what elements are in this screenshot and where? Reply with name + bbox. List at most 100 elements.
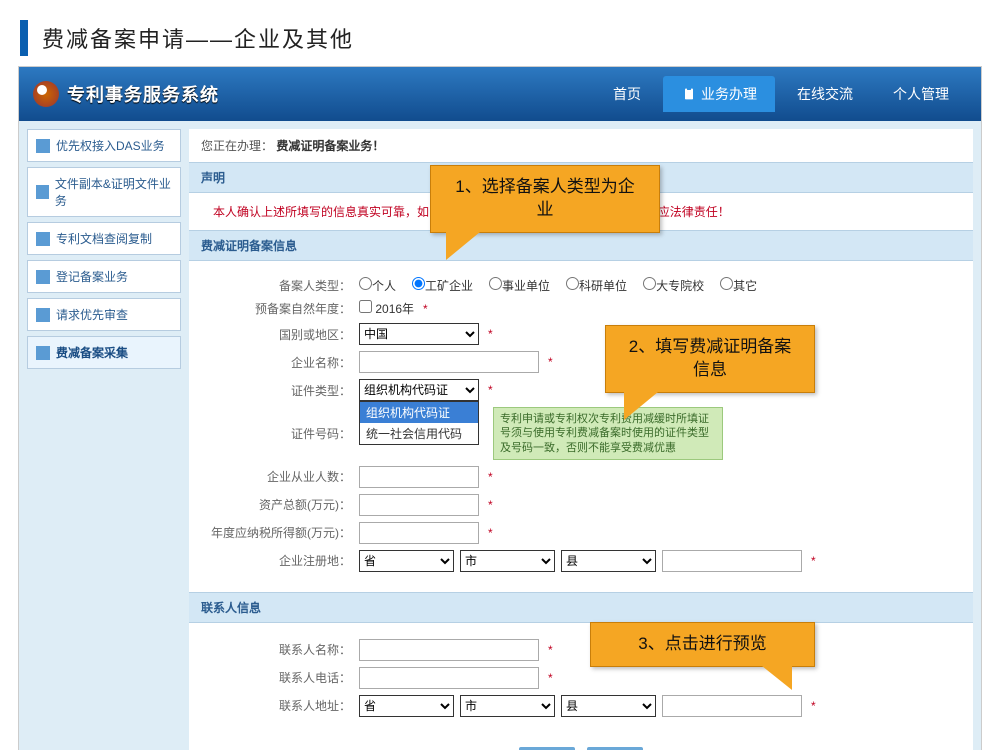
decl-b: 应法律责任！	[658, 205, 730, 219]
doc-icon	[36, 139, 50, 153]
addr-detail-input[interactable]	[662, 550, 802, 572]
required-mark: *	[811, 554, 816, 568]
doc-icon	[36, 346, 50, 360]
contact-phone-input[interactable]	[359, 667, 539, 689]
doc-icon	[36, 270, 50, 284]
nav-business[interactable]: 业务办理	[663, 76, 775, 112]
label-cert-type: 证件类型：	[189, 382, 359, 399]
label-country: 国别或地区：	[189, 326, 359, 343]
top-nav: 首页 业务办理 在线交流 个人管理	[595, 76, 967, 112]
tax-input[interactable]	[359, 522, 479, 544]
callout-2-text: 2、填写费减证明备案信息	[629, 337, 791, 379]
label-contact-name: 联系人名称：	[189, 641, 359, 658]
arrow-icon	[446, 232, 480, 260]
label-assets: 资产总额(万元)：	[189, 496, 359, 513]
nav-chat[interactable]: 在线交流	[779, 76, 871, 112]
logo-icon	[33, 81, 59, 107]
c-province-select[interactable]: 省	[359, 695, 454, 717]
label-year: 预备案自然年度：	[189, 300, 359, 317]
label-org-name: 企业名称：	[189, 354, 359, 371]
radio-keyan[interactable]: 科研单位	[566, 277, 627, 294]
year-checkbox[interactable]: 2016年	[359, 300, 414, 317]
info-head: 费减证明备案信息	[189, 230, 973, 261]
required-mark: *	[488, 498, 493, 512]
province-select[interactable]: 省	[359, 550, 454, 572]
sidebar-item-label: 费减备案采集	[56, 344, 128, 361]
required-mark: *	[548, 643, 553, 657]
doc-icon	[36, 308, 50, 322]
decl-a: 本人确认上述所填写的信息真实可靠，如	[213, 205, 429, 219]
org-name-input[interactable]	[359, 351, 539, 373]
crumb-prefix: 您正在办理：	[201, 139, 273, 153]
cert-opt-2[interactable]: 统一社会信用代码	[360, 423, 478, 444]
sidebar-item-priority[interactable]: 请求优先审查	[27, 298, 181, 331]
c-city-select[interactable]: 市	[460, 695, 555, 717]
radio-shiye[interactable]: 事业单位	[489, 277, 550, 294]
cert-type-list: 组织机构代码证 统一社会信用代码	[359, 401, 479, 445]
required-mark: *	[488, 383, 493, 397]
sidebar-item-copy[interactable]: 文件副本&证明文件业务	[27, 167, 181, 217]
sidebar-item-label: 文件副本&证明文件业务	[55, 175, 172, 209]
form-info: 备案人类型： 个人 工矿企业 事业单位 科研单位 大专院校 其它 预备案自然年度…	[189, 261, 973, 592]
slide-title: 费减备案申请——企业及其他	[42, 22, 354, 54]
cert-type-select[interactable]: 组织机构代码证	[359, 379, 479, 401]
radio-other[interactable]: 其它	[720, 277, 757, 294]
sidebar: 优先权接入DAS业务 文件副本&证明文件业务 专利文档查阅复制 登记备案业务 请…	[19, 121, 189, 750]
app-title: 专利事务服务系统	[67, 81, 219, 107]
assets-input[interactable]	[359, 494, 479, 516]
breadcrumb: 您正在办理： 费减证明备案业务！	[189, 129, 973, 162]
required-mark: *	[488, 327, 493, 341]
cert-tip: 专利申请或专利权次专利费用减缓时所填证号须与使用专利费减备案时使用的证件类型及号…	[493, 407, 723, 460]
city-select[interactable]: 市	[460, 550, 555, 572]
required-mark: *	[488, 526, 493, 540]
label-reg-addr: 企业注册地：	[189, 552, 359, 569]
clipboard-icon	[681, 86, 697, 102]
required-mark: *	[423, 302, 428, 316]
contact-name-input[interactable]	[359, 639, 539, 661]
c-addr-detail-input[interactable]	[662, 695, 802, 717]
label-contact-addr: 联系人地址：	[189, 697, 359, 714]
required-mark: *	[548, 355, 553, 369]
c-county-select[interactable]: 县	[561, 695, 656, 717]
staff-input[interactable]	[359, 466, 479, 488]
app-logo: 专利事务服务系统	[33, 81, 219, 107]
callout-1: 1、选择备案人类型为企业	[430, 165, 660, 233]
radio-personal[interactable]: 个人	[359, 277, 396, 294]
nav-business-label: 业务办理	[701, 84, 757, 104]
country-select[interactable]: 中国	[359, 323, 479, 345]
county-select[interactable]: 县	[561, 550, 656, 572]
form-contact: 联系人名称： * 联系人电话： * 联系人地址： 省 市 县 *	[189, 623, 973, 737]
label-applicant-type: 备案人类型：	[189, 277, 359, 294]
sidebar-item-fee[interactable]: 费减备案采集	[27, 336, 181, 369]
doc-icon	[36, 232, 50, 246]
arrow-icon	[624, 392, 658, 420]
crumb-biz: 费减证明备案业务！	[276, 139, 384, 153]
required-mark: *	[548, 671, 553, 685]
callout-3-text: 3、点击进行预览	[638, 634, 766, 653]
callout-3: 3、点击进行预览	[590, 622, 815, 667]
contact-head: 联系人信息	[189, 592, 973, 623]
sidebar-item-register[interactable]: 登记备案业务	[27, 260, 181, 293]
radio-gongkuang[interactable]: 工矿企业	[412, 277, 473, 294]
cert-opt-1[interactable]: 组织机构代码证	[360, 402, 478, 423]
nav-home[interactable]: 首页	[595, 76, 659, 112]
applicant-type-radios: 个人 工矿企业 事业单位 科研单位 大专院校 其它	[359, 277, 973, 294]
label-staff: 企业从业人数：	[189, 468, 359, 485]
label-contact-phone: 联系人电话：	[189, 669, 359, 686]
sidebar-item-label: 登记备案业务	[56, 268, 128, 285]
radio-daxue[interactable]: 大专院校	[643, 277, 704, 294]
slide-title-row: 费减备案申请——企业及其他	[0, 0, 1000, 66]
sidebar-item-label: 专利文档查阅复制	[56, 230, 152, 247]
cert-type-dropdown[interactable]: 组织机构代码证 组织机构代码证 统一社会信用代码	[359, 379, 479, 401]
callout-2: 2、填写费减证明备案信息	[605, 325, 815, 393]
label-tax: 年度应纳税所得额(万元)：	[189, 524, 359, 541]
sidebar-item-label: 请求优先审查	[56, 306, 128, 323]
doc-icon	[36, 185, 49, 199]
title-accent-bar	[20, 20, 28, 56]
sidebar-item-view[interactable]: 专利文档查阅复制	[27, 222, 181, 255]
button-row: 返回 预览	[189, 737, 973, 750]
nav-personal[interactable]: 个人管理	[875, 76, 967, 112]
sidebar-item-das[interactable]: 优先权接入DAS业务	[27, 129, 181, 162]
topbar: 专利事务服务系统 首页 业务办理 在线交流 个人管理	[19, 67, 981, 121]
arrow-icon	[762, 666, 792, 690]
